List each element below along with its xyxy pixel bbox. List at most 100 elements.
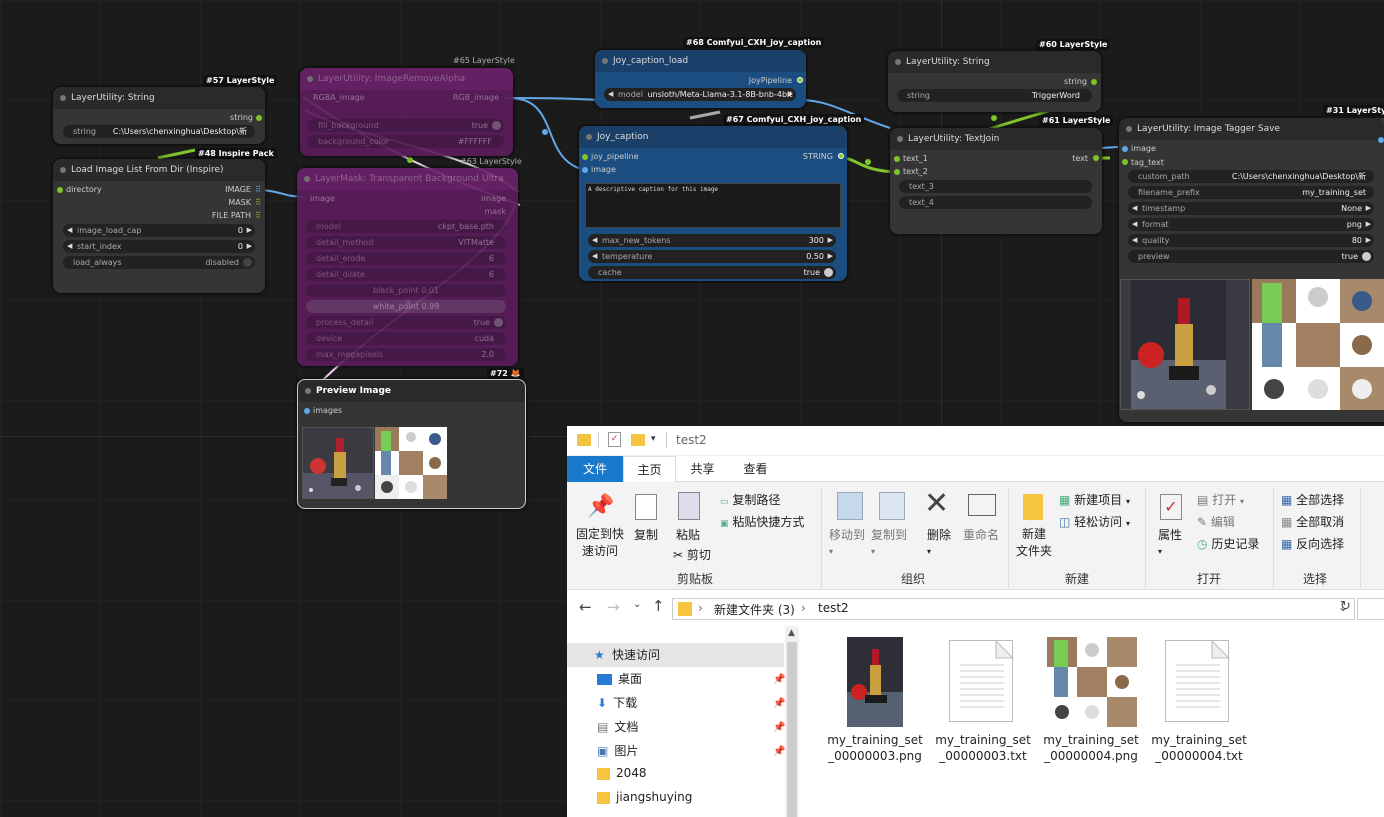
tab-share[interactable]: 共享 (676, 456, 729, 482)
output-socket[interactable] (797, 77, 803, 83)
combo-widget[interactable]: ◀ format png ▶ (1128, 218, 1374, 231)
pin-icon[interactable]: 📌 (773, 722, 785, 733)
preview-thumbnail[interactable] (302, 427, 374, 499)
number-widget[interactable]: ◀ quality 80 ▶ (1128, 234, 1374, 247)
number-widget[interactable]: max_megapixels 2.0 (306, 348, 506, 361)
scroll-up-icon[interactable]: ▲ (788, 628, 795, 638)
tab-home[interactable]: 主页 (623, 456, 676, 482)
grid-socket-icon[interactable]: ⠿ (255, 185, 261, 194)
number-widget[interactable]: ◀ max_new_tokens 300 ▶ (588, 234, 836, 247)
nav-item-desktop[interactable]: 桌面 (597, 670, 642, 687)
input-socket[interactable] (304, 408, 310, 414)
breadcrumb-parent[interactable]: 新建文件夹 (3) (714, 601, 795, 618)
output-socket[interactable] (1091, 79, 1097, 85)
scroll-thumb[interactable] (787, 642, 797, 817)
file-explorer-window[interactable]: ✓ ▾ test2 文件 主页 共享 查看 📌 固定到快 速访问 复制 粘贴 ▭… (567, 426, 1384, 817)
paste-button[interactable]: 粘贴 (676, 526, 700, 543)
toggle-widget[interactable]: process_detail true (306, 316, 506, 329)
node-image-tagger-save-31[interactable]: LayerUtility: Image Tagger Save image ta… (1119, 118, 1384, 422)
number-widget[interactable]: detail_dilate 6 (306, 268, 506, 281)
nav-item-folder[interactable]: 2048 (597, 766, 647, 780)
file-item[interactable]: my_training_set _00000003.txt (934, 634, 1032, 764)
combo-widget[interactable]: ◀ timestamp None ▶ (1128, 202, 1374, 215)
open-button[interactable]: ▤ 打开 ▾ (1197, 491, 1244, 508)
history-button[interactable]: ◷ 历史记录 (1197, 535, 1259, 552)
search-box[interactable] (1357, 598, 1384, 620)
up-arrow-icon[interactable]: ↑ (652, 597, 665, 615)
copy-button[interactable]: 复制 (634, 526, 658, 543)
combo-widget[interactable]: detail_method VITMatte (306, 236, 506, 249)
combo-widget[interactable]: ◀ model unsloth/Meta-Llama-3.1-8B-bnb-4bi… (604, 88, 796, 101)
paste-shortcut-button[interactable]: ▣ 粘贴快捷方式 (720, 513, 804, 530)
properties-button[interactable]: 属性 ▾ (1158, 526, 1182, 557)
node-layerutility-string-57[interactable]: LayerUtility: String string string C:\Use… (53, 87, 265, 144)
copy-path-button[interactable]: ▭ 复制路径 (720, 491, 780, 508)
address-box[interactable]: › 新建文件夹 (3) › test2 ⌄ (672, 598, 1355, 620)
customize-toolbar-icon[interactable]: ▾ (651, 434, 656, 444)
breadcrumb-current[interactable]: test2 (818, 601, 849, 615)
text-widget[interactable]: text_3 (899, 180, 1092, 193)
node-joy-caption-67[interactable]: Joy_caption joy_pipeline image STRING A … (579, 126, 847, 281)
pin-icon[interactable]: 📌 (773, 746, 785, 757)
node-preview-image-72[interactable]: Preview Image images (297, 379, 526, 509)
recent-chevron-icon[interactable]: ⌄ (633, 599, 641, 610)
select-all-button[interactable]: ▦ 全部选择 (1281, 491, 1344, 508)
toggle-knob[interactable] (1362, 252, 1371, 261)
preview-thumbnail[interactable] (375, 427, 447, 499)
invert-selection-button[interactable]: ▦ 反向选择 (1281, 535, 1344, 552)
node-imageremovealpha-65[interactable]: LayerUtility: ImageRemoveAlpha RGBA_imag… (300, 68, 513, 156)
nav-quick-access[interactable]: ★ 快速访问 (567, 643, 784, 667)
new-folder-quick-icon[interactable] (631, 434, 645, 446)
input-socket[interactable] (57, 187, 63, 193)
copy-to-button[interactable]: 复制到 ▾ (871, 526, 907, 557)
nav-item-pictures[interactable]: ▣ 图片 (597, 742, 638, 759)
number-widget[interactable]: detail_erode 6 (306, 252, 506, 265)
delete-button[interactable]: 删除 ▾ (927, 526, 951, 557)
easy-access-button[interactable]: ◫ 轻松访问 ▾ (1059, 513, 1130, 530)
back-arrow-icon[interactable]: ← (579, 598, 592, 616)
prompt-textarea[interactable]: A descriptive caption for this image (585, 183, 841, 228)
output-socket[interactable] (1093, 155, 1099, 161)
string-widget[interactable]: filename_prefix my_training_set (1128, 186, 1374, 199)
edit-button[interactable]: ✎ 编辑 (1197, 513, 1235, 530)
file-item[interactable]: my_training_set _00000004.txt (1150, 634, 1248, 764)
tab-file[interactable]: 文件 (567, 456, 623, 482)
new-folder-button[interactable]: 新建 文件夹 (1015, 526, 1053, 560)
nav-item-folder[interactable]: jiangshuying (597, 790, 692, 804)
move-to-button[interactable]: 移动到 ▾ (829, 526, 865, 557)
pin-icon[interactable]: 📌 (773, 674, 785, 685)
node-layerutility-string-60[interactable]: LayerUtility: String string string Trigge… (888, 51, 1101, 112)
tab-view[interactable]: 查看 (729, 456, 782, 482)
input-socket[interactable] (894, 156, 900, 162)
text-widget[interactable]: text_4 (899, 196, 1092, 209)
new-item-button[interactable]: ▦ 新建项目 ▾ (1059, 491, 1130, 508)
refresh-icon[interactable]: ↻ (1340, 599, 1351, 614)
node-joy-caption-load-68[interactable]: Joy_caption_load JoyPipeline ◀ model unsl… (595, 50, 806, 108)
number-widget[interactable]: ◀ temperature 0.50 ▶ (588, 250, 836, 263)
combo-widget[interactable]: device cuda (306, 332, 506, 345)
toggle-knob[interactable] (243, 258, 252, 267)
preview-thumbnail[interactable] (1120, 279, 1250, 410)
output-socket[interactable] (1378, 137, 1384, 143)
select-none-button[interactable]: ▦ 全部取消 (1281, 513, 1344, 530)
nav-item-downloads[interactable]: ⬇ 下载 (597, 694, 637, 711)
slider-widget[interactable]: black_point 0.01 (306, 284, 506, 297)
input-socket[interactable] (894, 169, 900, 175)
file-item[interactable]: my_training_set _00000004.png (1042, 634, 1140, 764)
pin-to-quick-access-button[interactable]: 固定到快 速访问 (575, 526, 625, 560)
number-widget[interactable]: ◀ image_load_cap 0 ▶ (63, 224, 255, 237)
cut-button[interactable]: ✂ 剪切 (673, 546, 711, 563)
node-transparent-background-63[interactable]: LayerMask: Transparent Background Ultra … (297, 168, 518, 366)
string-widget[interactable]: custom_path C:\Users\chenxinghua\Desktop\… (1128, 170, 1374, 183)
toggle-knob[interactable] (494, 318, 503, 327)
string-widget[interactable]: string TriggerWord (897, 89, 1092, 102)
properties-quick-icon[interactable]: ✓ (608, 432, 621, 447)
toggle-widget[interactable]: fill_background true (308, 119, 504, 132)
preview-thumbnail[interactable] (1252, 279, 1384, 410)
output-socket[interactable] (256, 115, 262, 121)
node-load-image-list-48[interactable]: Load Image List From Dir (Inspire) direc… (53, 159, 265, 293)
toggle-widget[interactable]: load_always disabled (63, 256, 255, 269)
pin-icon[interactable]: 📌 (773, 698, 785, 709)
number-widget[interactable]: ◀ start_index 0 ▶ (63, 240, 255, 253)
file-item[interactable]: my_training_set _00000003.png (826, 634, 924, 764)
